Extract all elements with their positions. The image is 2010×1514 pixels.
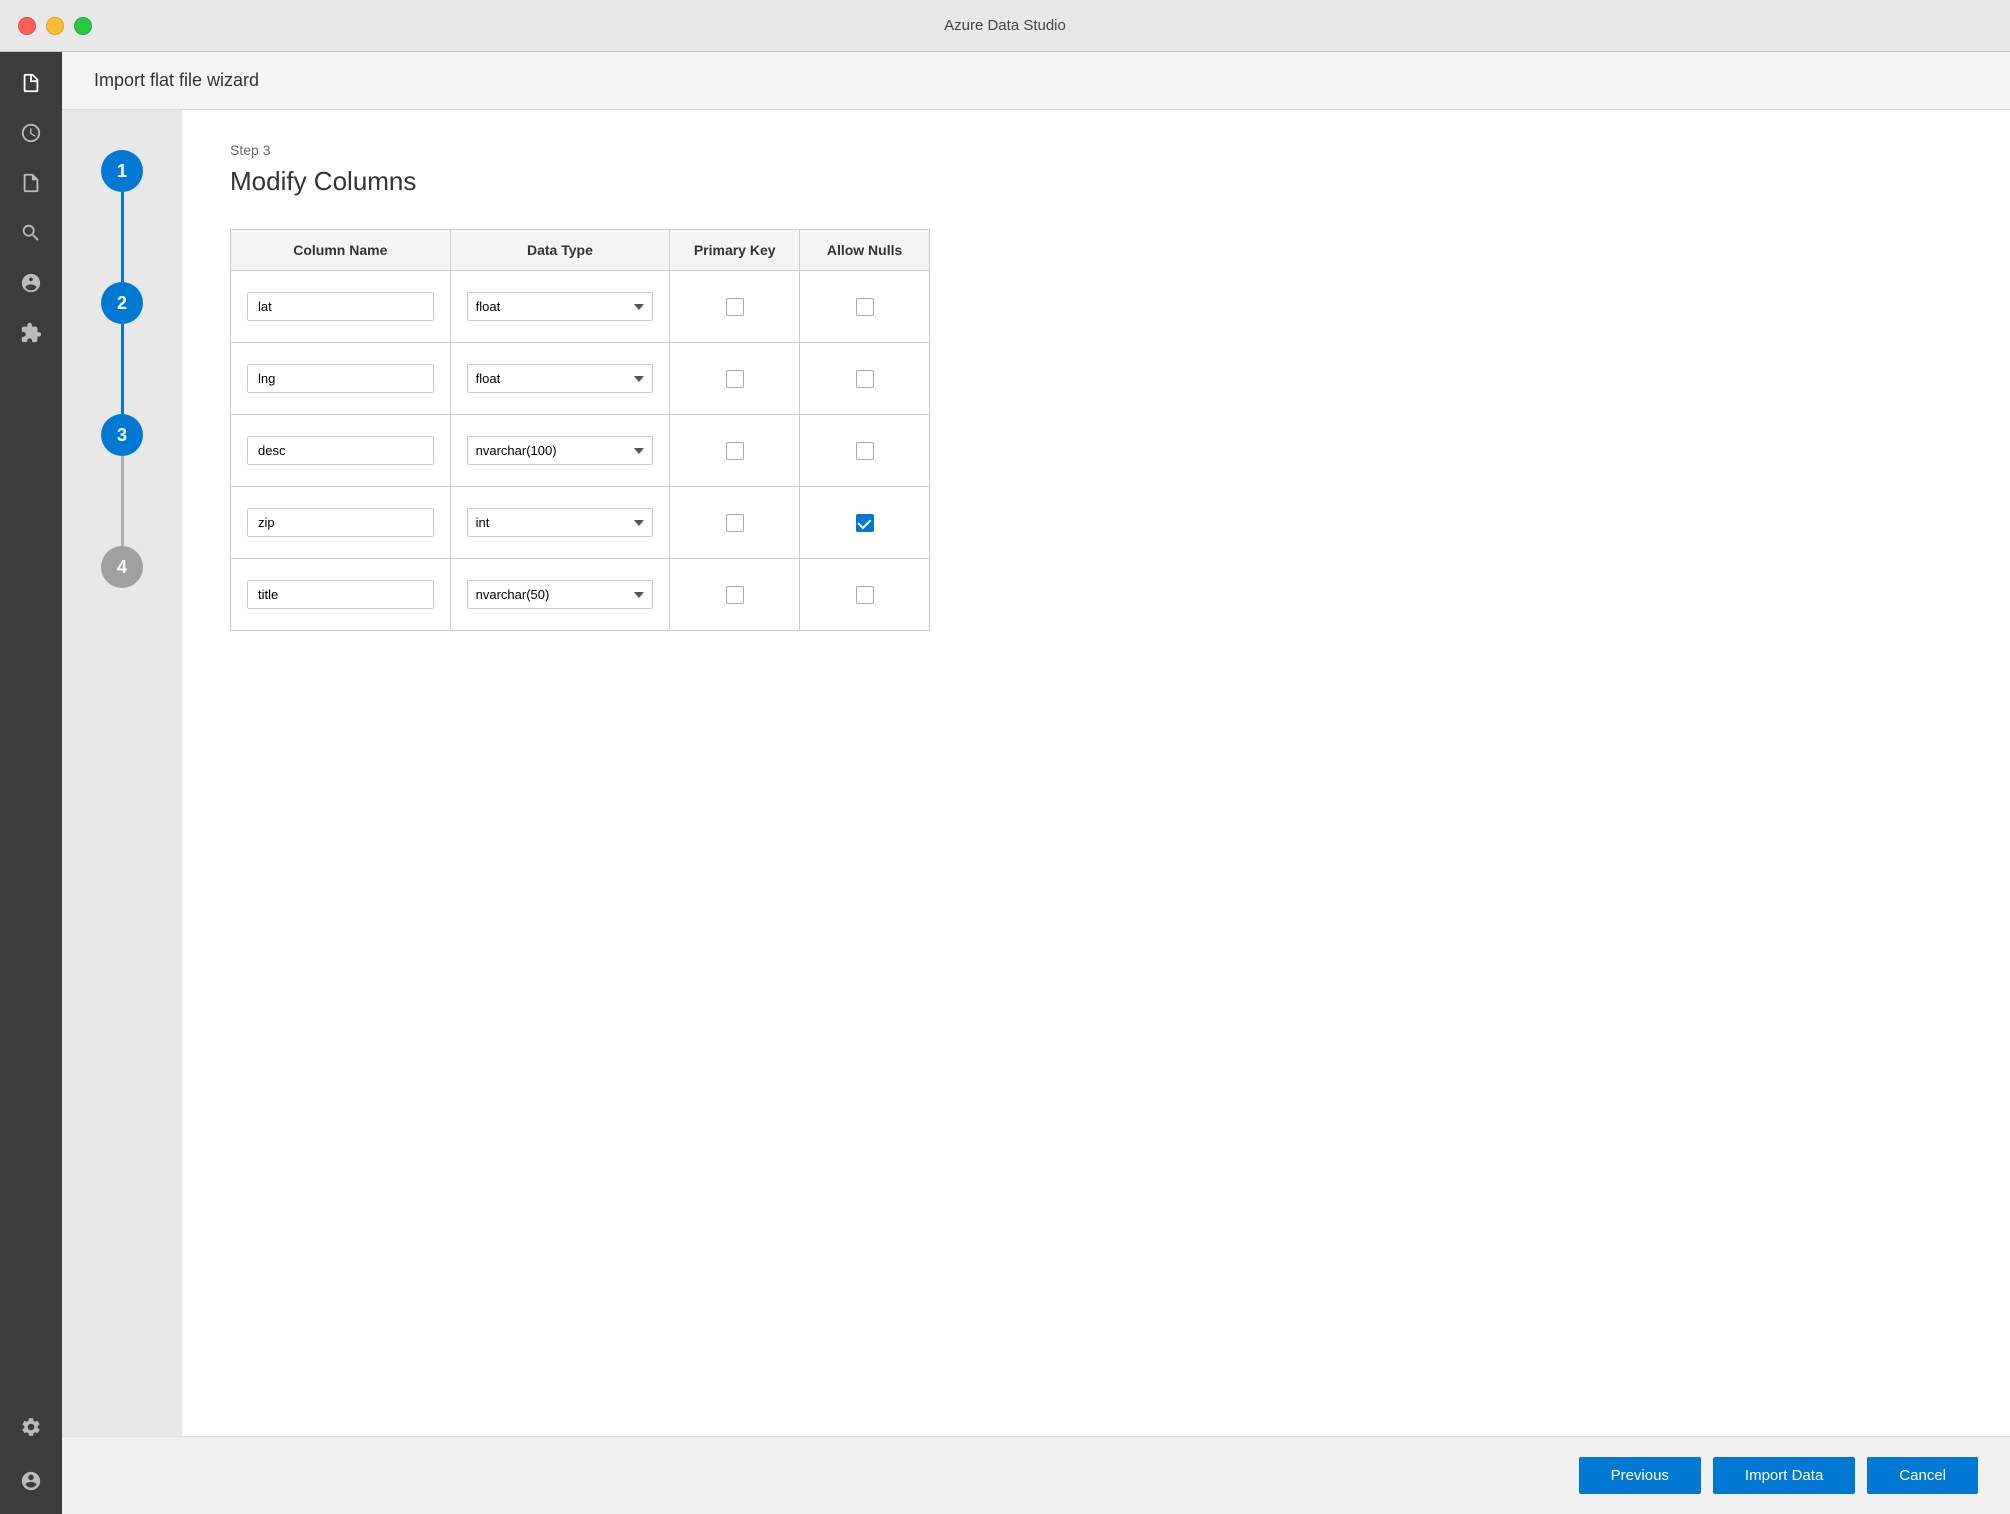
row-0-type-select[interactable]: floatintnvarchar(50)nvarchar(100)varchar… — [467, 292, 654, 321]
minimize-button[interactable] — [46, 17, 64, 35]
table-row: floatintnvarchar(50)nvarchar(100)varchar… — [231, 271, 930, 343]
sidebar-item-extensions[interactable] — [10, 312, 52, 354]
row-4-pk-cell — [670, 559, 800, 631]
table-row: floatintnvarchar(50)nvarchar(100)varchar… — [231, 415, 930, 487]
row-3-type-select[interactable]: floatintnvarchar(50)nvarchar(100)varchar… — [467, 508, 654, 537]
row-0-name-input[interactable] — [247, 292, 434, 321]
row-2-pk-checkbox[interactable] — [726, 442, 744, 460]
row-1-pk-checkbox[interactable] — [726, 370, 744, 388]
row-1-type-select[interactable]: floatintnvarchar(50)nvarchar(100)varchar… — [467, 364, 654, 393]
step-connector-2-3 — [121, 324, 124, 414]
row-2-name-input[interactable] — [247, 436, 434, 465]
step-label: Step 3 — [230, 142, 1962, 158]
row-2-type-select[interactable]: floatintnvarchar(50)nvarchar(100)varchar… — [467, 436, 654, 465]
row-2-name-cell — [231, 415, 451, 487]
table-row: floatintnvarchar(50)nvarchar(100)varchar… — [231, 559, 930, 631]
sidebar — [0, 52, 62, 1514]
step-title: Modify Columns — [230, 166, 1962, 197]
sidebar-item-files[interactable] — [10, 62, 52, 104]
row-4-pk-checkbox[interactable] — [726, 586, 744, 604]
row-2-nulls-checkbox[interactable] — [856, 442, 874, 460]
sidebar-item-settings[interactable] — [10, 1406, 52, 1448]
row-0-nulls-checkbox[interactable] — [856, 298, 874, 316]
step-2-circle: 2 — [101, 282, 143, 324]
row-0-type-cell: floatintnvarchar(50)nvarchar(100)varchar… — [450, 271, 670, 343]
row-3-nulls-cell — [800, 487, 930, 559]
col-header-nulls: Allow Nulls — [800, 230, 930, 271]
maximize-button[interactable] — [74, 17, 92, 35]
row-1-nulls-cell — [800, 343, 930, 415]
wizard-header: Import flat file wizard — [62, 52, 2010, 110]
col-header-type: Data Type — [450, 230, 670, 271]
row-4-type-select[interactable]: floatintnvarchar(50)nvarchar(100)varchar… — [467, 580, 654, 609]
cancel-button[interactable]: Cancel — [1867, 1457, 1978, 1494]
wizard-content: 1 2 3 4 — [62, 110, 2010, 1436]
row-3-pk-checkbox[interactable] — [726, 514, 744, 532]
row-1-name-input[interactable] — [247, 364, 434, 393]
row-1-pk-cell — [670, 343, 800, 415]
row-2-pk-cell — [670, 415, 800, 487]
step-connector-1-2 — [121, 192, 124, 282]
close-button[interactable] — [18, 17, 36, 35]
row-3-name-input[interactable] — [247, 508, 434, 537]
window-controls — [18, 17, 92, 35]
step-panel: 1 2 3 4 — [62, 110, 182, 1436]
row-0-nulls-cell — [800, 271, 930, 343]
step-3-circle: 3 — [101, 414, 143, 456]
table-row: floatintnvarchar(50)nvarchar(100)varchar… — [231, 487, 930, 559]
row-0-pk-checkbox[interactable] — [726, 298, 744, 316]
row-0-name-cell — [231, 271, 451, 343]
row-3-pk-cell — [670, 487, 800, 559]
app-title: Azure Data Studio — [944, 17, 1066, 34]
row-1-nulls-checkbox[interactable] — [856, 370, 874, 388]
row-4-name-input[interactable] — [247, 580, 434, 609]
sidebar-item-search[interactable] — [10, 212, 52, 254]
sidebar-item-history[interactable] — [10, 112, 52, 154]
row-1-type-cell: floatintnvarchar(50)nvarchar(100)varchar… — [450, 343, 670, 415]
sidebar-item-new-query[interactable] — [10, 162, 52, 204]
row-0-pk-cell — [670, 271, 800, 343]
steps-column: 1 2 3 4 — [101, 150, 143, 588]
step-connector-3-4 — [121, 456, 124, 546]
title-bar: Azure Data Studio — [0, 0, 2010, 52]
wizard-footer: Previous Import Data Cancel — [62, 1436, 2010, 1514]
form-area: Step 3 Modify Columns Column Name Data T… — [182, 110, 2010, 1436]
columns-table: Column Name Data Type Primary Key Allow … — [230, 229, 930, 631]
previous-button[interactable]: Previous — [1579, 1457, 1701, 1494]
main-area: Import flat file wizard 1 2 — [62, 52, 2010, 1514]
row-1-name-cell — [231, 343, 451, 415]
sidebar-item-account[interactable] — [10, 1460, 52, 1502]
row-4-type-cell: floatintnvarchar(50)nvarchar(100)varchar… — [450, 559, 670, 631]
col-header-pk: Primary Key — [670, 230, 800, 271]
wizard-title: Import flat file wizard — [94, 70, 259, 91]
step-4-circle: 4 — [101, 546, 143, 588]
row-4-nulls-checkbox[interactable] — [856, 586, 874, 604]
import-data-button[interactable]: Import Data — [1713, 1457, 1855, 1494]
sidebar-item-git[interactable] — [10, 262, 52, 304]
row-3-name-cell — [231, 487, 451, 559]
step-1-circle: 1 — [101, 150, 143, 192]
row-2-type-cell: floatintnvarchar(50)nvarchar(100)varchar… — [450, 415, 670, 487]
row-4-nulls-cell — [800, 559, 930, 631]
row-3-type-cell: floatintnvarchar(50)nvarchar(100)varchar… — [450, 487, 670, 559]
row-3-nulls-checkbox[interactable] — [856, 514, 874, 532]
row-4-name-cell — [231, 559, 451, 631]
col-header-name: Column Name — [231, 230, 451, 271]
row-2-nulls-cell — [800, 415, 930, 487]
table-row: floatintnvarchar(50)nvarchar(100)varchar… — [231, 343, 930, 415]
